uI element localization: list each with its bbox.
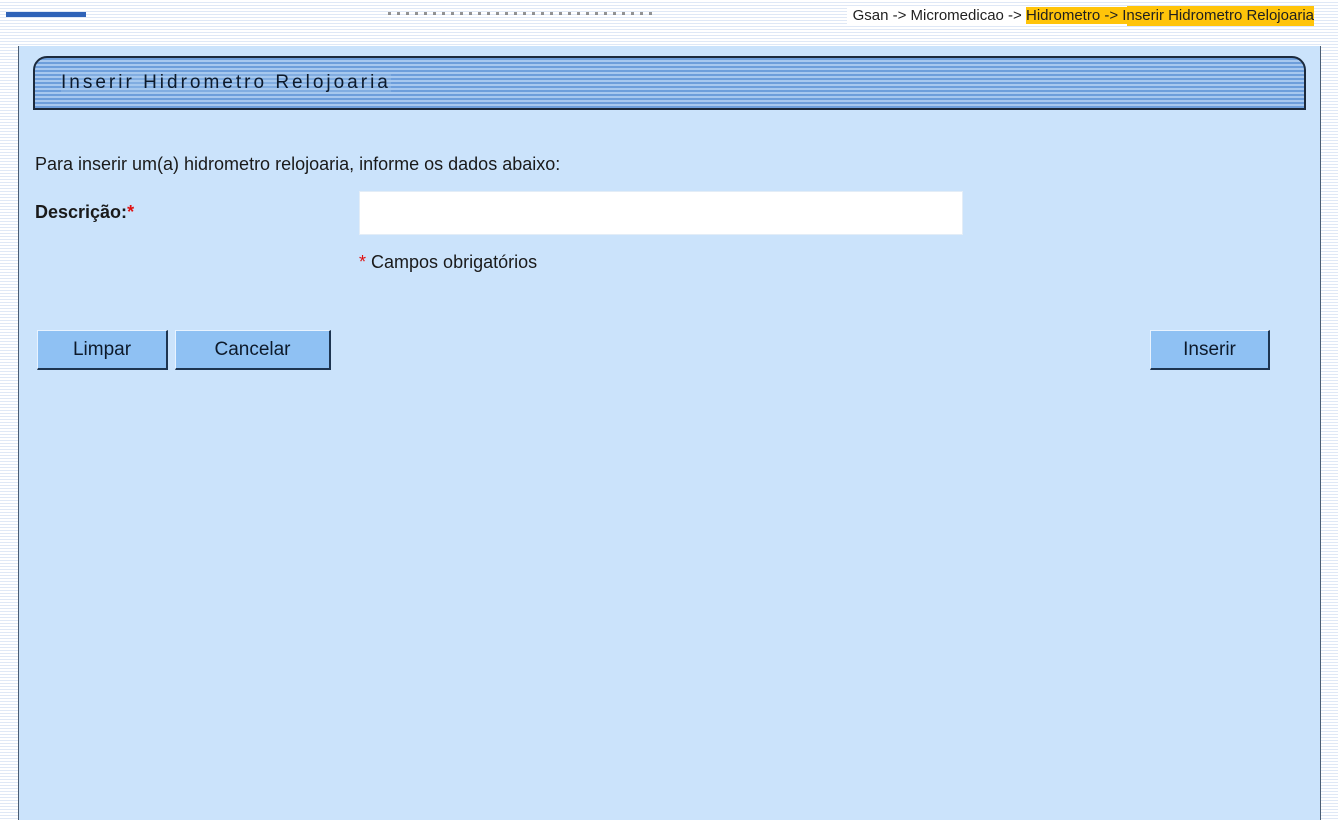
breadcrumb-current: Hidrometro -> Inserir Hidrometro Relojoa…: [1025, 7, 1314, 24]
breadcrumb-prefix: Gsan -> Micromedicao ->: [852, 7, 1026, 24]
required-note: * Campos obrigatórios: [359, 252, 537, 273]
descricao-label: Descrição:*: [35, 202, 134, 223]
limpar-button[interactable]: Limpar: [37, 330, 168, 370]
top-decoration: [388, 12, 656, 15]
required-note-star: *: [359, 252, 367, 272]
required-star: *: [127, 202, 135, 222]
cancelar-button[interactable]: Cancelar: [175, 330, 331, 370]
required-note-text: Campos obrigatórios: [371, 252, 538, 272]
page-title: Inserir Hidrometro Relojoaria: [61, 72, 391, 94]
main-panel: Inserir Hidrometro Relojoaria Para inser…: [18, 46, 1321, 820]
title-bar: Inserir Hidrometro Relojoaria: [33, 56, 1306, 110]
descricao-input[interactable]: [359, 191, 963, 235]
descricao-label-text: Descrição:: [35, 202, 128, 222]
top-strip: Gsan -> Micromedicao -> Hidrometro -> In…: [0, 0, 1338, 34]
intro-text: Para inserir um(a) hidrometro relojoaria…: [35, 154, 561, 174]
inserir-button[interactable]: Inserir: [1150, 330, 1270, 370]
breadcrumb: Gsan -> Micromedicao -> Hidrometro -> In…: [846, 6, 1314, 26]
top-left-bar: [6, 12, 86, 17]
